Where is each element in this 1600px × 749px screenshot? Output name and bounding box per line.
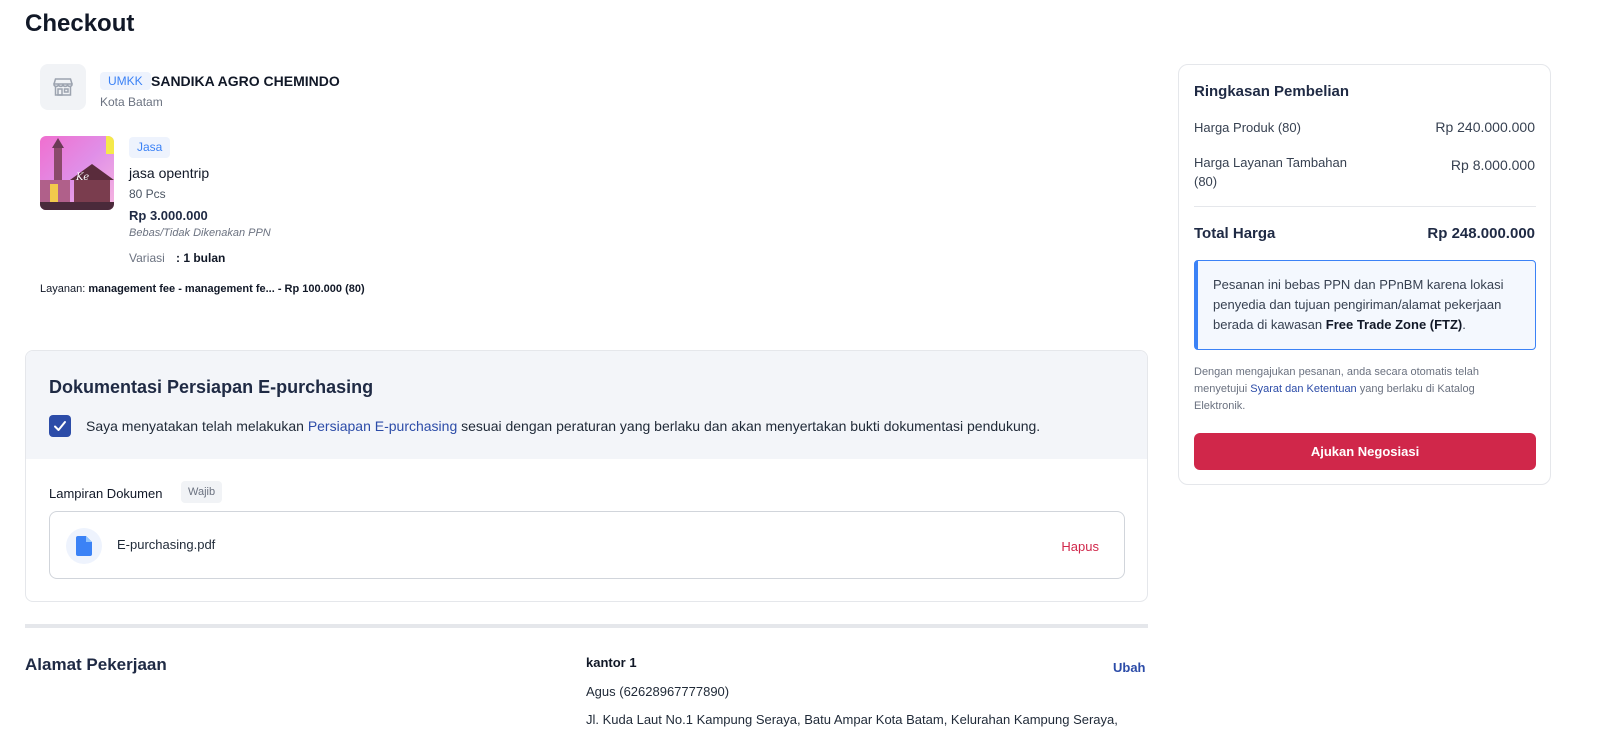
svg-text:Ke: Ke	[75, 172, 89, 183]
service-price-label-qty: (80)	[1194, 174, 1218, 189]
store-icon	[40, 64, 86, 110]
terms-link[interactable]: Syarat dan Ketentuan	[1250, 383, 1356, 395]
variant-label: Variasi	[129, 251, 165, 265]
variant-value: : 1 bulan	[176, 251, 226, 265]
address-line: Jl. Kuda Laut No.1 Kampung Seraya, Batu …	[586, 712, 1118, 727]
page-title: Checkout	[25, 10, 135, 37]
product-price: Rp 3.000.000	[129, 208, 208, 223]
product-image[interactable]: Ke	[40, 136, 114, 210]
ftz-info-box: Pesanan ini bebas PPN dan PPnBM karena l…	[1194, 260, 1536, 350]
epurchasing-link[interactable]: Persiapan E-purchasing	[308, 418, 457, 434]
address-name: kantor 1	[586, 655, 637, 670]
epurchasing-card: Dokumentasi Persiapan E-purchasing Saya …	[25, 350, 1148, 602]
attachment-label: Lampiran Dokumen	[49, 486, 163, 501]
product-price-value: Rp 240.000.000	[1435, 119, 1535, 135]
address-section-title: Alamat Pekerjaan	[25, 655, 167, 674]
seller-city: Kota Batam	[100, 95, 163, 109]
umkm-badge: UMKK	[100, 72, 151, 90]
epurchasing-header	[26, 351, 1147, 459]
product-name[interactable]: jasa opentrip	[129, 165, 209, 181]
delete-file-button[interactable]: Hapus	[1061, 539, 1099, 554]
total-label: Total Harga	[1194, 225, 1276, 242]
purchase-summary-panel: Ringkasan Pembelian Harga Produk (80) Rp…	[1178, 64, 1551, 485]
check-icon	[54, 421, 66, 431]
attachment-file[interactable]: E-purchasing.pdf Hapus	[49, 511, 1125, 579]
submit-negotiation-button[interactable]: Ajukan Negosiasi	[1194, 433, 1536, 470]
edit-address-button[interactable]: Ubah	[1113, 660, 1146, 675]
summary-divider	[1194, 206, 1536, 207]
service-type-badge: Jasa	[129, 137, 171, 158]
epurchasing-statement: Saya menyatakan telah melakukan Persiapa…	[86, 418, 1040, 434]
service-price-label: Harga Layanan Tambahan	[1194, 155, 1347, 170]
product-tax-note: Bebas/Tidak Dikenakan PPN	[129, 227, 271, 239]
file-name[interactable]: E-purchasing.pdf	[117, 537, 215, 552]
terms-agreement-text: Dengan mengajukan pesanan, anda secara o…	[1194, 364, 1524, 415]
statement-text-after: sesuai dengan peraturan yang berlaku dan…	[457, 418, 1041, 434]
seller-name[interactable]: SANDIKA AGRO CHEMINDO	[151, 73, 340, 89]
statement-text-before: Saya menyatakan telah melakukan	[86, 418, 308, 434]
total-value: Rp 248.000.000	[1427, 225, 1535, 242]
service-price-value: Rp 8.000.000	[1450, 157, 1535, 173]
service-value: management fee - management fe... - Rp 1…	[88, 283, 365, 295]
section-divider	[25, 624, 1148, 628]
address-contact: Agus (62628967777890)	[586, 684, 730, 699]
epurchasing-title: Dokumentasi Persiapan E-purchasing	[49, 377, 374, 397]
ftz-text-end: .	[1462, 317, 1466, 332]
epurchasing-checkbox[interactable]	[49, 415, 71, 437]
document-icon	[66, 528, 102, 564]
summary-title: Ringkasan Pembelian	[1194, 83, 1350, 100]
required-badge: Wajib	[181, 481, 223, 503]
ftz-bold-text: Free Trade Zone (FTZ)	[1325, 317, 1463, 332]
product-quantity: 80 Pcs	[129, 187, 166, 201]
service-line: Layanan: management fee - management fe.…	[40, 283, 365, 295]
service-label: Layanan:	[40, 283, 86, 295]
product-price-label: Harga Produk (80)	[1194, 120, 1301, 135]
